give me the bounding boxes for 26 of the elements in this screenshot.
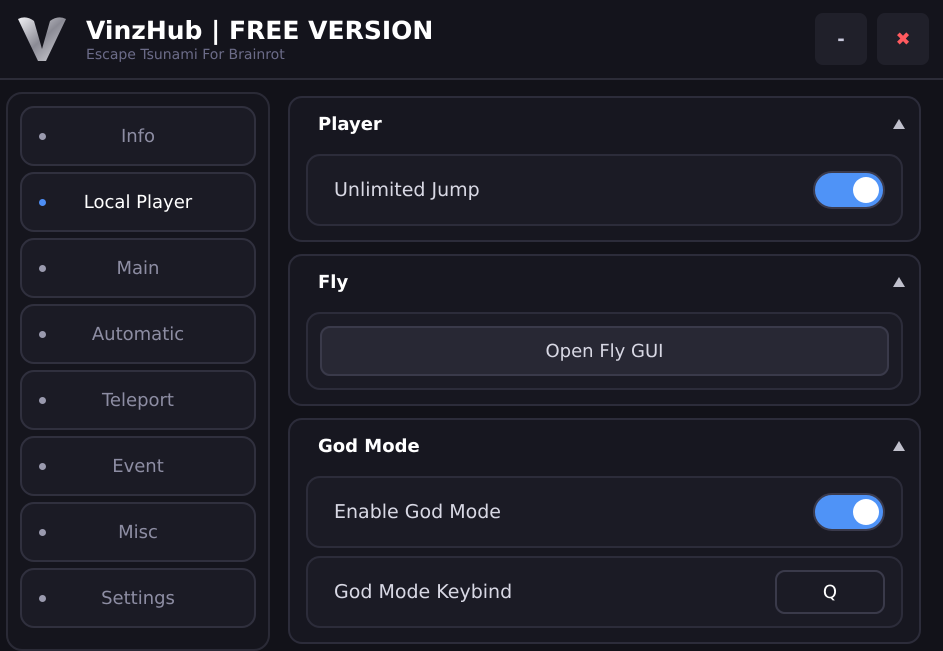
close-button[interactable]: ✖ [877, 13, 929, 65]
sidebar-tab[interactable]: Info [20, 106, 256, 166]
action-button[interactable]: Open Fly GUI [320, 326, 889, 376]
sidebar-tab[interactable]: Automatic [20, 304, 256, 364]
toggle-switch[interactable] [813, 493, 885, 531]
row-label: Unlimited Jump [334, 179, 480, 201]
section-title: Fly [318, 272, 348, 292]
sidebar-tab[interactable]: Main [20, 238, 256, 298]
logo-icon [16, 15, 68, 63]
sidebar-tab[interactable]: Local Player [20, 172, 256, 232]
caret-icon[interactable] [893, 441, 905, 451]
section-title: Player [318, 114, 382, 134]
caret-icon[interactable] [893, 119, 905, 129]
window-title: VinzHub | FREE VERSION [86, 16, 434, 44]
sidebar-tab[interactable]: Misc [20, 502, 256, 562]
section-title: God Mode [318, 436, 420, 456]
keybind-button[interactable]: Q [775, 570, 885, 614]
sidebar-tab[interactable]: Teleport [20, 370, 256, 430]
row-label: Enable God Mode [334, 501, 501, 523]
toggle-switch[interactable] [813, 171, 885, 209]
caret-icon[interactable] [893, 277, 905, 287]
window-subtitle: Escape Tsunami For Brainrot [86, 46, 286, 62]
minimize-button[interactable]: - [815, 13, 867, 65]
sidebar-tab[interactable]: Settings [20, 568, 256, 628]
row-label: God Mode Keybind [334, 581, 512, 603]
sidebar-tab[interactable]: Event [20, 436, 256, 496]
